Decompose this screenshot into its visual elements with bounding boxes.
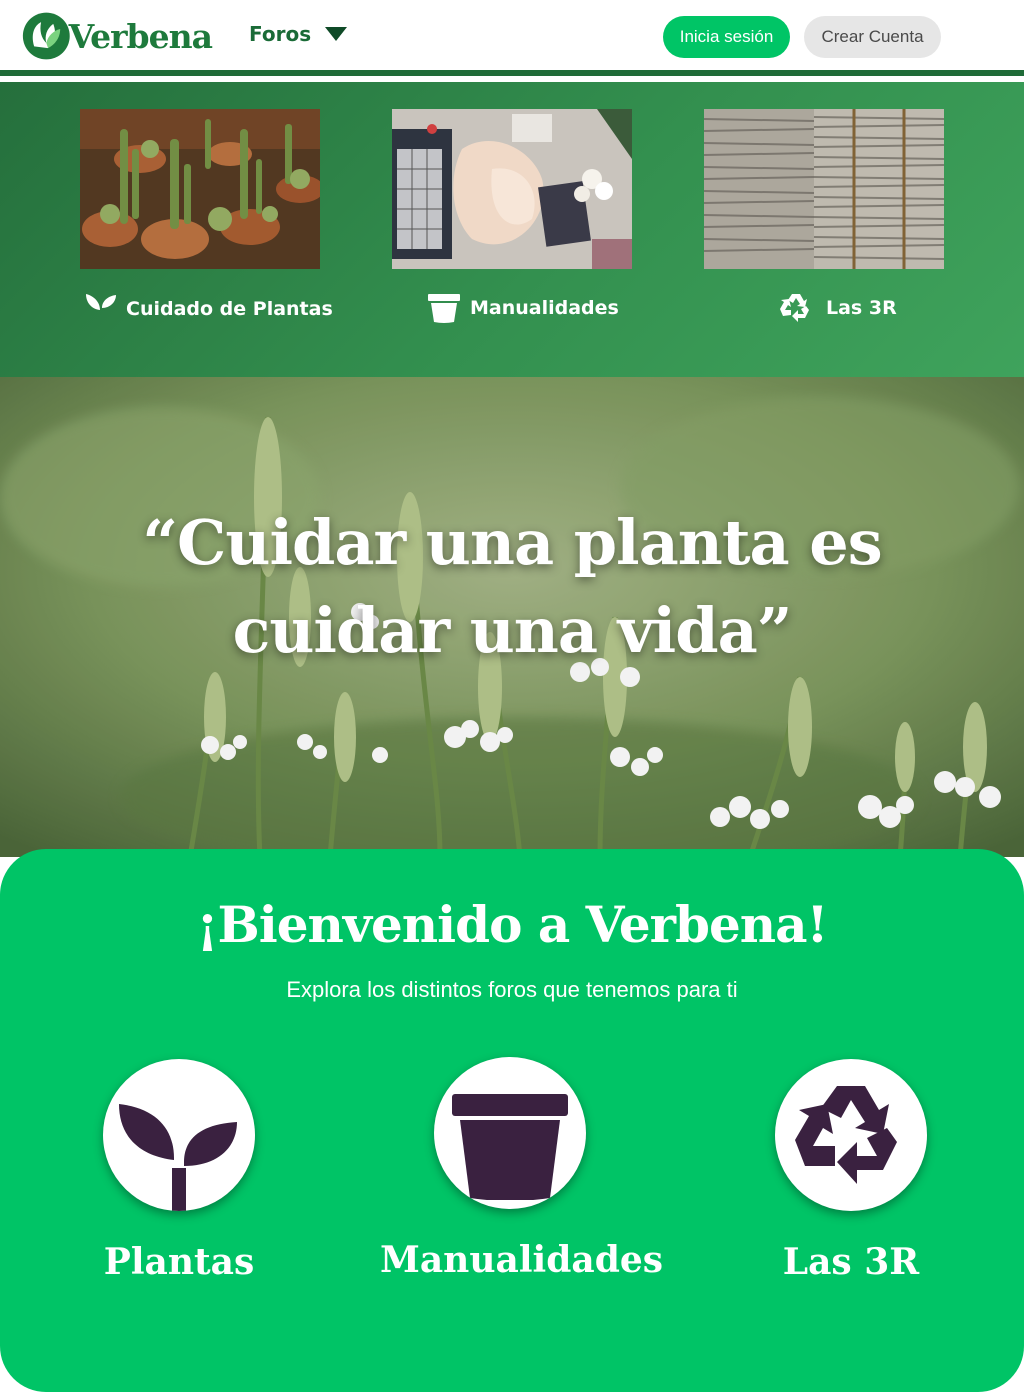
leaf-logo-icon — [22, 12, 70, 60]
sprout-icon — [86, 294, 116, 326]
foros-dropdown-panel: Cuidado de Plantas Manualidades Las 3R — [0, 82, 1024, 377]
verbena-logo[interactable]: Verbena — [22, 7, 213, 65]
category-icon-circle — [103, 1059, 255, 1211]
dropdown-item-plant-care[interactable]: Cuidado de Plantas — [86, 292, 333, 326]
dropdown-item-label: Cuidado de Plantas — [126, 298, 333, 320]
sprout-icon — [119, 1104, 237, 1211]
category-manualidades[interactable]: Manualidades — [380, 1057, 664, 1281]
welcome-section: ¡Bienvenido a Verbena! Explora los disti… — [0, 849, 1024, 1392]
recycling-image[interactable] — [704, 109, 944, 269]
flowerpot-icon — [428, 294, 460, 323]
caret-down-icon — [325, 27, 348, 41]
category-icon-circle — [775, 1059, 927, 1211]
category-label: Las 3R — [782, 1241, 920, 1283]
welcome-title: ¡Bienvenido a Verbena! — [196, 895, 829, 954]
navbar: Verbena Foros Inicia sesión Crear Cuenta — [0, 0, 1024, 76]
category-label: Manualidades — [380, 1239, 664, 1281]
dropdown-item-label: Manualidades — [470, 297, 619, 319]
welcome-subtitle: Explora los distintos foros que tenemos … — [286, 977, 738, 1002]
hero-banner: “Cuidar una planta es cuidar una vida” — [0, 377, 1024, 857]
recycle-icon — [795, 1086, 897, 1184]
category-plantas[interactable]: Plantas — [49, 1059, 309, 1283]
hero-quote: “Cuidar una planta es cuidar una vida” — [142, 506, 882, 667]
brand-name: Verbena — [68, 16, 213, 56]
flowerpot-icon — [452, 1094, 568, 1200]
category-label: Plantas — [103, 1241, 255, 1283]
plant-care-image[interactable] — [80, 109, 320, 269]
crafts-image[interactable] — [392, 109, 632, 269]
dropdown-item-label: Las 3R — [826, 297, 897, 319]
category-icon-circle — [434, 1057, 586, 1209]
signup-button[interactable]: Crear Cuenta — [804, 16, 941, 58]
dropdown-item-3r[interactable]: Las 3R — [780, 292, 897, 324]
recycle-icon — [780, 294, 809, 322]
login-button[interactable]: Inicia sesión — [663, 16, 790, 58]
dropdown-item-crafts[interactable]: Manualidades — [428, 292, 619, 324]
category-3r[interactable]: Las 3R — [721, 1059, 981, 1283]
foros-label: Foros — [249, 22, 312, 46]
foros-dropdown-toggle[interactable]: Foros — [249, 22, 348, 46]
